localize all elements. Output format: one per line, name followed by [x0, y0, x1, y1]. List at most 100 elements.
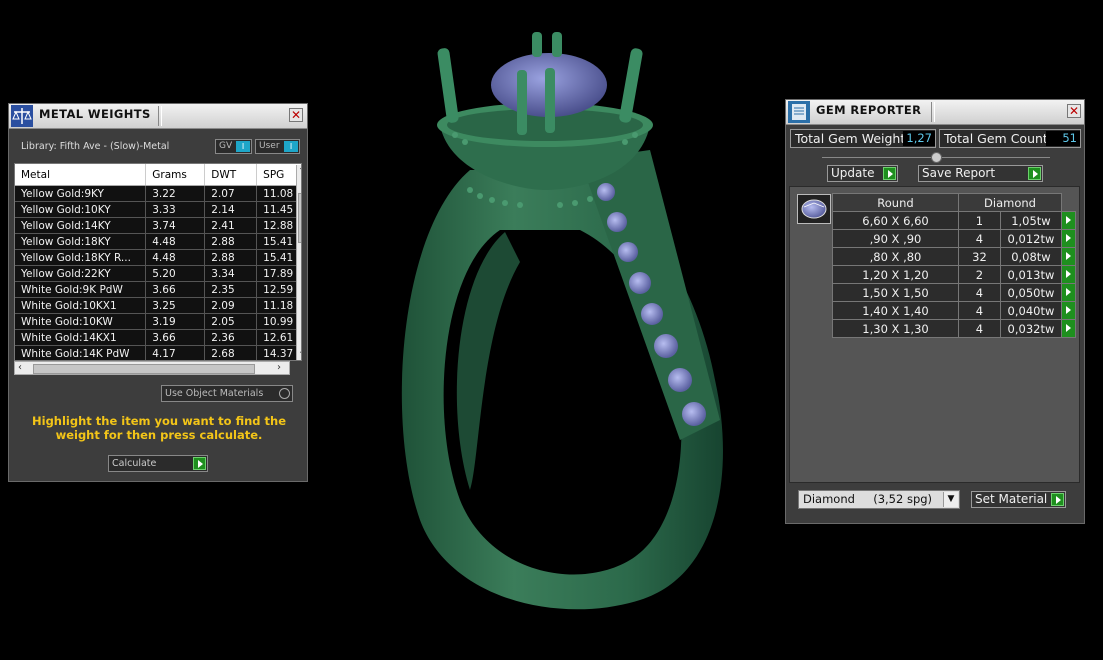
horizontal-scrollbar[interactable]: ‹ ›	[14, 361, 290, 375]
grams-cell: 5.20	[145, 265, 206, 282]
update-label: Update	[831, 166, 875, 180]
grams-cell: 3.19	[145, 313, 206, 330]
chevron-down-icon[interactable]: ▼	[943, 492, 958, 507]
table-row[interactable]: White Gold:10KW 3.19 2.05 10.99	[15, 313, 301, 330]
gem-row[interactable]: 1,20 X 1,20 2 0,013tw	[832, 265, 1076, 284]
gem-reporter-titlebar[interactable]: GEM REPORTER ✕	[786, 100, 1084, 125]
dwt-cell: 2.88	[204, 233, 258, 250]
gem-weight-cell: 0,032tw	[999, 319, 1063, 338]
scroll-right-icon[interactable]: ›	[277, 363, 281, 373]
table-row[interactable]: White Gold:9K PdW 3.66 2.35 12.59	[15, 281, 301, 298]
gem-row[interactable]: 1,30 X 1,30 4 0,032tw	[832, 319, 1076, 338]
metal-cell: White Gold:14K PdW	[15, 345, 147, 360]
hscroll-thumb[interactable]	[33, 364, 255, 374]
gem-weight-cell: 0,013tw	[999, 265, 1063, 284]
metal-weights-title: METAL WEIGHTS	[39, 107, 151, 121]
metal-cell: Yellow Gold:9KY	[15, 185, 147, 202]
col-metal[interactable]: Metal	[15, 164, 147, 186]
gem-size-cell: 1,30 X 1,30	[832, 319, 959, 338]
scroll-left-icon[interactable]: ‹	[18, 363, 22, 373]
radio-icon[interactable]	[279, 388, 290, 399]
title-separator	[931, 102, 935, 122]
metal-cell: White Gold:10KW	[15, 313, 147, 330]
gem-row[interactable]: ,90 X ,90 4 0,012tw	[832, 229, 1076, 248]
table-row[interactable]: Yellow Gold:9KY 3.22 2.07 11.08	[15, 185, 301, 202]
scroll-down-icon[interactable]: ⌄	[298, 347, 301, 357]
material-select[interactable]: Diamond (3,52 spg) ▼	[798, 490, 960, 509]
use-object-materials-option[interactable]: Use Object Materials	[161, 385, 293, 402]
metal-cell: Yellow Gold:22KY	[15, 265, 147, 282]
dwt-cell: 2.68	[204, 345, 258, 360]
grams-cell: 3.22	[145, 185, 206, 202]
gem-reporter-close-button[interactable]: ✕	[1067, 104, 1081, 118]
table-row[interactable]: White Gold:14KX1 3.66 2.36 12.61	[15, 329, 301, 346]
row-action-arrow-icon[interactable]	[1061, 211, 1076, 230]
gv-toggle[interactable]: GV I	[215, 139, 252, 154]
scroll-thumb[interactable]	[298, 193, 301, 243]
row-action-arrow-icon[interactable]	[1061, 283, 1076, 302]
metal-weights-titlebar[interactable]: METAL WEIGHTS ✕	[9, 104, 307, 129]
row-action-arrow-icon[interactable]	[1061, 247, 1076, 266]
table-row[interactable]: Yellow Gold:10KY 3.33 2.14 11.45	[15, 201, 301, 218]
set-material-button[interactable]: Set Material	[971, 491, 1066, 508]
total-gem-count-label: Total Gem Count	[944, 131, 1048, 146]
metal-weights-panel: METAL WEIGHTS ✕ Library: Fifth Ave - (Sl…	[8, 103, 308, 482]
row-action-arrow-icon[interactable]	[1061, 229, 1076, 248]
table-row[interactable]: Yellow Gold:18KY R... 4.48 2.88 15.41	[15, 249, 301, 266]
row-action-arrow-icon[interactable]	[1061, 265, 1076, 284]
col-dwt[interactable]: DWT	[204, 164, 258, 186]
gem-row[interactable]: 1,40 X 1,40 4 0,040tw	[832, 301, 1076, 320]
gem-count-cell: 4	[958, 319, 1001, 338]
round-gem-thumbnail[interactable]	[797, 194, 831, 224]
gem-size-cell: ,90 X ,90	[832, 229, 959, 248]
total-gem-count-value: 51	[1046, 131, 1080, 146]
metal-cell: Yellow Gold:18KY R...	[15, 249, 147, 266]
col-grams[interactable]: Grams	[145, 164, 206, 186]
dwt-cell: 2.14	[204, 201, 258, 218]
user-toggle[interactable]: User I	[255, 139, 300, 154]
scroll-up-icon[interactable]: ⌃	[298, 167, 301, 177]
metal-cell: Yellow Gold:18KY	[15, 233, 147, 250]
gem-reporter-panel: GEM REPORTER ✕ Total Gem Weight 1,27 Tot…	[785, 99, 1085, 524]
calculate-label: Calculate	[112, 458, 157, 469]
gem-row[interactable]: 1,50 X 1,50 4 0,050tw	[832, 283, 1076, 302]
calculate-button[interactable]: Calculate	[108, 455, 208, 472]
gem-row[interactable]: 6,60 X 6,60 1 1,05tw	[832, 211, 1076, 230]
table-row[interactable]: White Gold:14K PdW 4.17 2.68 14.37	[15, 345, 301, 360]
gem-count-cell: 4	[958, 301, 1001, 320]
table-row[interactable]: White Gold:10KX1 3.25 2.09 11.18	[15, 297, 301, 314]
grams-cell: 3.74	[145, 217, 206, 234]
total-gem-count: Total Gem Count 51	[939, 129, 1081, 148]
metal-cell: White Gold:14KX1	[15, 329, 147, 346]
table-row[interactable]: Yellow Gold:18KY 4.48 2.88 15.41	[15, 233, 301, 250]
use-object-materials-label: Use Object Materials	[165, 388, 264, 399]
table-row[interactable]: Yellow Gold:14KY 3.74 2.41 12.88	[15, 217, 301, 234]
gem-size-cell: 1,20 X 1,20	[832, 265, 959, 284]
grams-cell: 4.48	[145, 233, 206, 250]
round-diamond-icon	[801, 199, 827, 219]
dwt-cell: 2.07	[204, 185, 258, 202]
row-action-arrow-icon[interactable]	[1061, 301, 1076, 320]
row-action-arrow-icon[interactable]	[1061, 319, 1076, 338]
gem-count-cell: 2	[958, 265, 1001, 284]
scale-icon	[11, 105, 33, 127]
report-icon	[788, 101, 810, 123]
vertical-scrollbar[interactable]: ⌃ ⌄	[296, 165, 301, 360]
gem-size-cell: ,80 X ,80	[832, 247, 959, 266]
metal-weights-grid[interactable]: Metal Grams DWT SPG Yellow Gold:9KY 3.22 2…	[14, 163, 302, 361]
table-row[interactable]: Yellow Gold:22KY 5.20 3.34 17.89	[15, 265, 301, 282]
gem-count-cell: 32	[958, 247, 1001, 266]
gem-size-cell: 1,50 X 1,50	[832, 283, 959, 302]
update-button[interactable]: Update	[827, 165, 898, 182]
grams-cell: 3.33	[145, 201, 206, 218]
splitter-handle[interactable]	[931, 152, 942, 163]
col-shape: Round	[832, 193, 959, 212]
save-report-button[interactable]: Save Report	[918, 165, 1043, 182]
gem-row[interactable]: ,80 X ,80 32 0,08tw	[832, 247, 1076, 266]
grams-cell: 4.48	[145, 249, 206, 266]
material-select-value: Diamond (3,52 spg)	[803, 492, 933, 506]
total-gem-weight: Total Gem Weight 1,27	[790, 129, 936, 148]
grams-cell: 3.66	[145, 329, 206, 346]
metal-cell: Yellow Gold:10KY	[15, 201, 147, 218]
metal-weights-close-button[interactable]: ✕	[289, 108, 303, 122]
